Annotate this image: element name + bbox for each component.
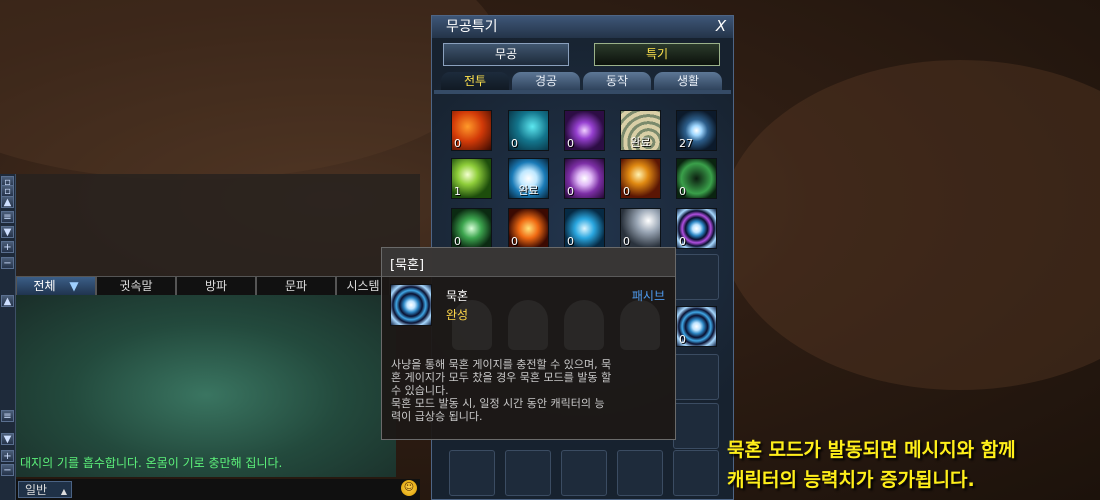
tab-martial-arts[interactable]: 무공 <box>443 43 569 66</box>
fire-swirl-icon[interactable]: 0 <box>508 208 549 249</box>
silhouette-icon <box>620 300 660 350</box>
skill-slot[interactable] <box>673 450 719 496</box>
chat-upper-pane <box>16 174 420 276</box>
tab-clan[interactable]: 문파 <box>256 276 336 295</box>
minus-icon[interactable]: − <box>1 464 14 476</box>
emoticon-icon[interactable]: ☺ <box>401 480 417 496</box>
background-wood <box>0 0 500 180</box>
caption-text: 묵혼 모드가 발동되면 메시지와 함께 캐릭터의 능력치가 증가됩니다. <box>727 439 1016 491</box>
chat-message: 대지의 기를 흡수합니다. 온몸이 기로 충만해 집니다. <box>20 456 283 470</box>
menu-icon[interactable]: ≡ <box>1 410 14 422</box>
tooltip-header: [묵혼] <box>382 248 675 277</box>
chevron-up-icon: ▲ <box>60 487 68 496</box>
tab-lightfoot[interactable]: 경공 <box>512 72 580 90</box>
tooltip-title: [묵혼] <box>390 258 425 273</box>
skill-status: 완성 <box>446 308 469 322</box>
scroll-up-icon[interactable]: ▲ <box>1 196 14 208</box>
green-blade-icon[interactable]: 1 <box>451 158 492 199</box>
golden-axe-icon[interactable]: 0 <box>620 158 661 199</box>
chat-mode-select[interactable]: 일반 ▲ <box>18 481 72 498</box>
skill-tooltip: [묵혼] 묵혼 패시브 완성 사냥을 통해 묵혼 게이지를 충전할 수 있으며,… <box>381 247 676 440</box>
ice-scroll-icon[interactable]: 완료 <box>508 158 549 199</box>
gear-ring-icon[interactable]: 27 <box>676 110 717 151</box>
window-title-bar[interactable]: 무공특기 X <box>432 16 733 38</box>
tab-whisper[interactable]: 귓속말 <box>96 276 176 295</box>
water-wave-icon[interactable]: 0 <box>564 208 605 249</box>
purple-cleaver-icon[interactable]: 0 <box>564 158 605 199</box>
silhouette-icon <box>564 300 604 350</box>
plus-icon[interactable]: + <box>1 241 14 253</box>
minus-icon[interactable]: − <box>1 257 14 269</box>
green-serpent-icon[interactable]: 0 <box>451 208 492 249</box>
blue-vortex-icon[interactable]: 0 <box>676 306 717 347</box>
tab-life[interactable]: 생활 <box>654 72 722 90</box>
red-cross-flame-icon[interactable]: 0 <box>451 110 492 151</box>
skill-slot[interactable] <box>673 254 719 300</box>
plus-icon[interactable]: + <box>1 450 14 462</box>
tab-party[interactable]: 방파 <box>176 276 256 295</box>
window-title: 무공특기 <box>446 19 498 35</box>
tab-divider <box>434 90 731 94</box>
skill-slot[interactable] <box>449 450 495 496</box>
menu-icon[interactable]: ≡ <box>1 211 14 223</box>
chat-tabs: 전체 ▼ 귓속말 방파 문파 시스템 <box>16 276 390 295</box>
chat-log[interactable] <box>16 295 396 477</box>
tab-special-skills[interactable]: 특기 <box>594 43 720 66</box>
green-whip-icon[interactable]: 0 <box>676 158 717 199</box>
skill-slot[interactable] <box>673 354 719 400</box>
skill-slot[interactable] <box>617 450 663 496</box>
scale-armor-icon[interactable]: 완료 <box>620 110 661 151</box>
skill-slot[interactable] <box>673 403 719 449</box>
skill-description: 사냥을 통해 묵혼 게이지를 충전할 수 있으며, 묵 혼 게이지가 모두 찼을… <box>391 358 612 423</box>
skill-type: 패시브 <box>631 289 665 303</box>
blue-vortex-icon[interactable]: 0 <box>676 208 717 249</box>
chat-scrollbar[interactable]: ▫ ▫ ▲ ≡ ▼ + − ▲ ≡ ▼ + − <box>0 174 16 500</box>
skill-slot[interactable] <box>505 450 551 496</box>
close-icon[interactable]: X <box>712 18 730 35</box>
blue-vortex-icon <box>390 284 432 326</box>
scroll-up-icon[interactable]: ▲ <box>1 295 14 307</box>
tab-combat[interactable]: 전투 <box>441 72 509 90</box>
tab-all[interactable]: 전체 ▼ <box>16 276 96 295</box>
filter-icon[interactable]: ▼ <box>69 279 78 293</box>
chat-input-bar[interactable] <box>16 479 420 500</box>
skill-slot[interactable] <box>561 450 607 496</box>
scroll-down-icon[interactable]: ▼ <box>1 433 14 445</box>
background-wood <box>720 60 1100 390</box>
steel-gauntlet-icon[interactable]: 0 <box>620 208 661 249</box>
cyan-shield-icon[interactable]: 0 <box>508 110 549 151</box>
scroll-down-icon[interactable]: ▼ <box>1 226 14 238</box>
silhouette-icon <box>508 300 548 350</box>
tab-motion[interactable]: 동작 <box>583 72 651 90</box>
skill-name: 묵혼 <box>446 289 469 303</box>
purple-crystal-icon[interactable]: 0 <box>564 110 605 151</box>
